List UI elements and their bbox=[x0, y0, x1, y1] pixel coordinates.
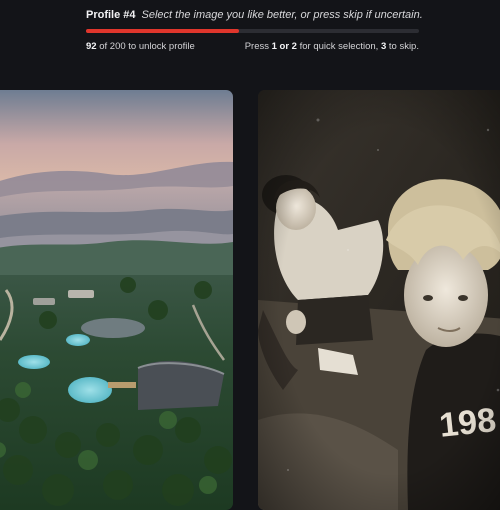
progress-text: 92 of 200 to unlock profile bbox=[86, 41, 195, 52]
title-line: Profile #4 Select the image you like bett… bbox=[86, 9, 423, 21]
progress-rest: of 200 to unlock profile bbox=[96, 41, 195, 52]
profile-label: Profile #4 bbox=[86, 9, 136, 21]
landscape-image bbox=[0, 90, 233, 510]
hint-suffix: to skip. bbox=[386, 41, 419, 52]
progress-count: 92 bbox=[86, 41, 97, 52]
hint-keys-select: 1 or 2 bbox=[271, 41, 297, 52]
progress-fill bbox=[86, 29, 240, 33]
header: Profile #4 Select the image you like bett… bbox=[0, 0, 500, 88]
keyboard-hint: Press 1 or 2 for quick selection, 3 to s… bbox=[245, 41, 419, 52]
hint-prefix: Press bbox=[244, 41, 272, 52]
portrait-image: 198 bbox=[258, 90, 500, 510]
instruction-text: Select the image you like better, or pre… bbox=[141, 9, 423, 21]
image-option-2[interactable]: 198 bbox=[258, 90, 500, 510]
image-option-1[interactable] bbox=[0, 90, 233, 510]
progress-track bbox=[86, 29, 419, 33]
hint-middle: for quick selection, bbox=[296, 41, 381, 52]
